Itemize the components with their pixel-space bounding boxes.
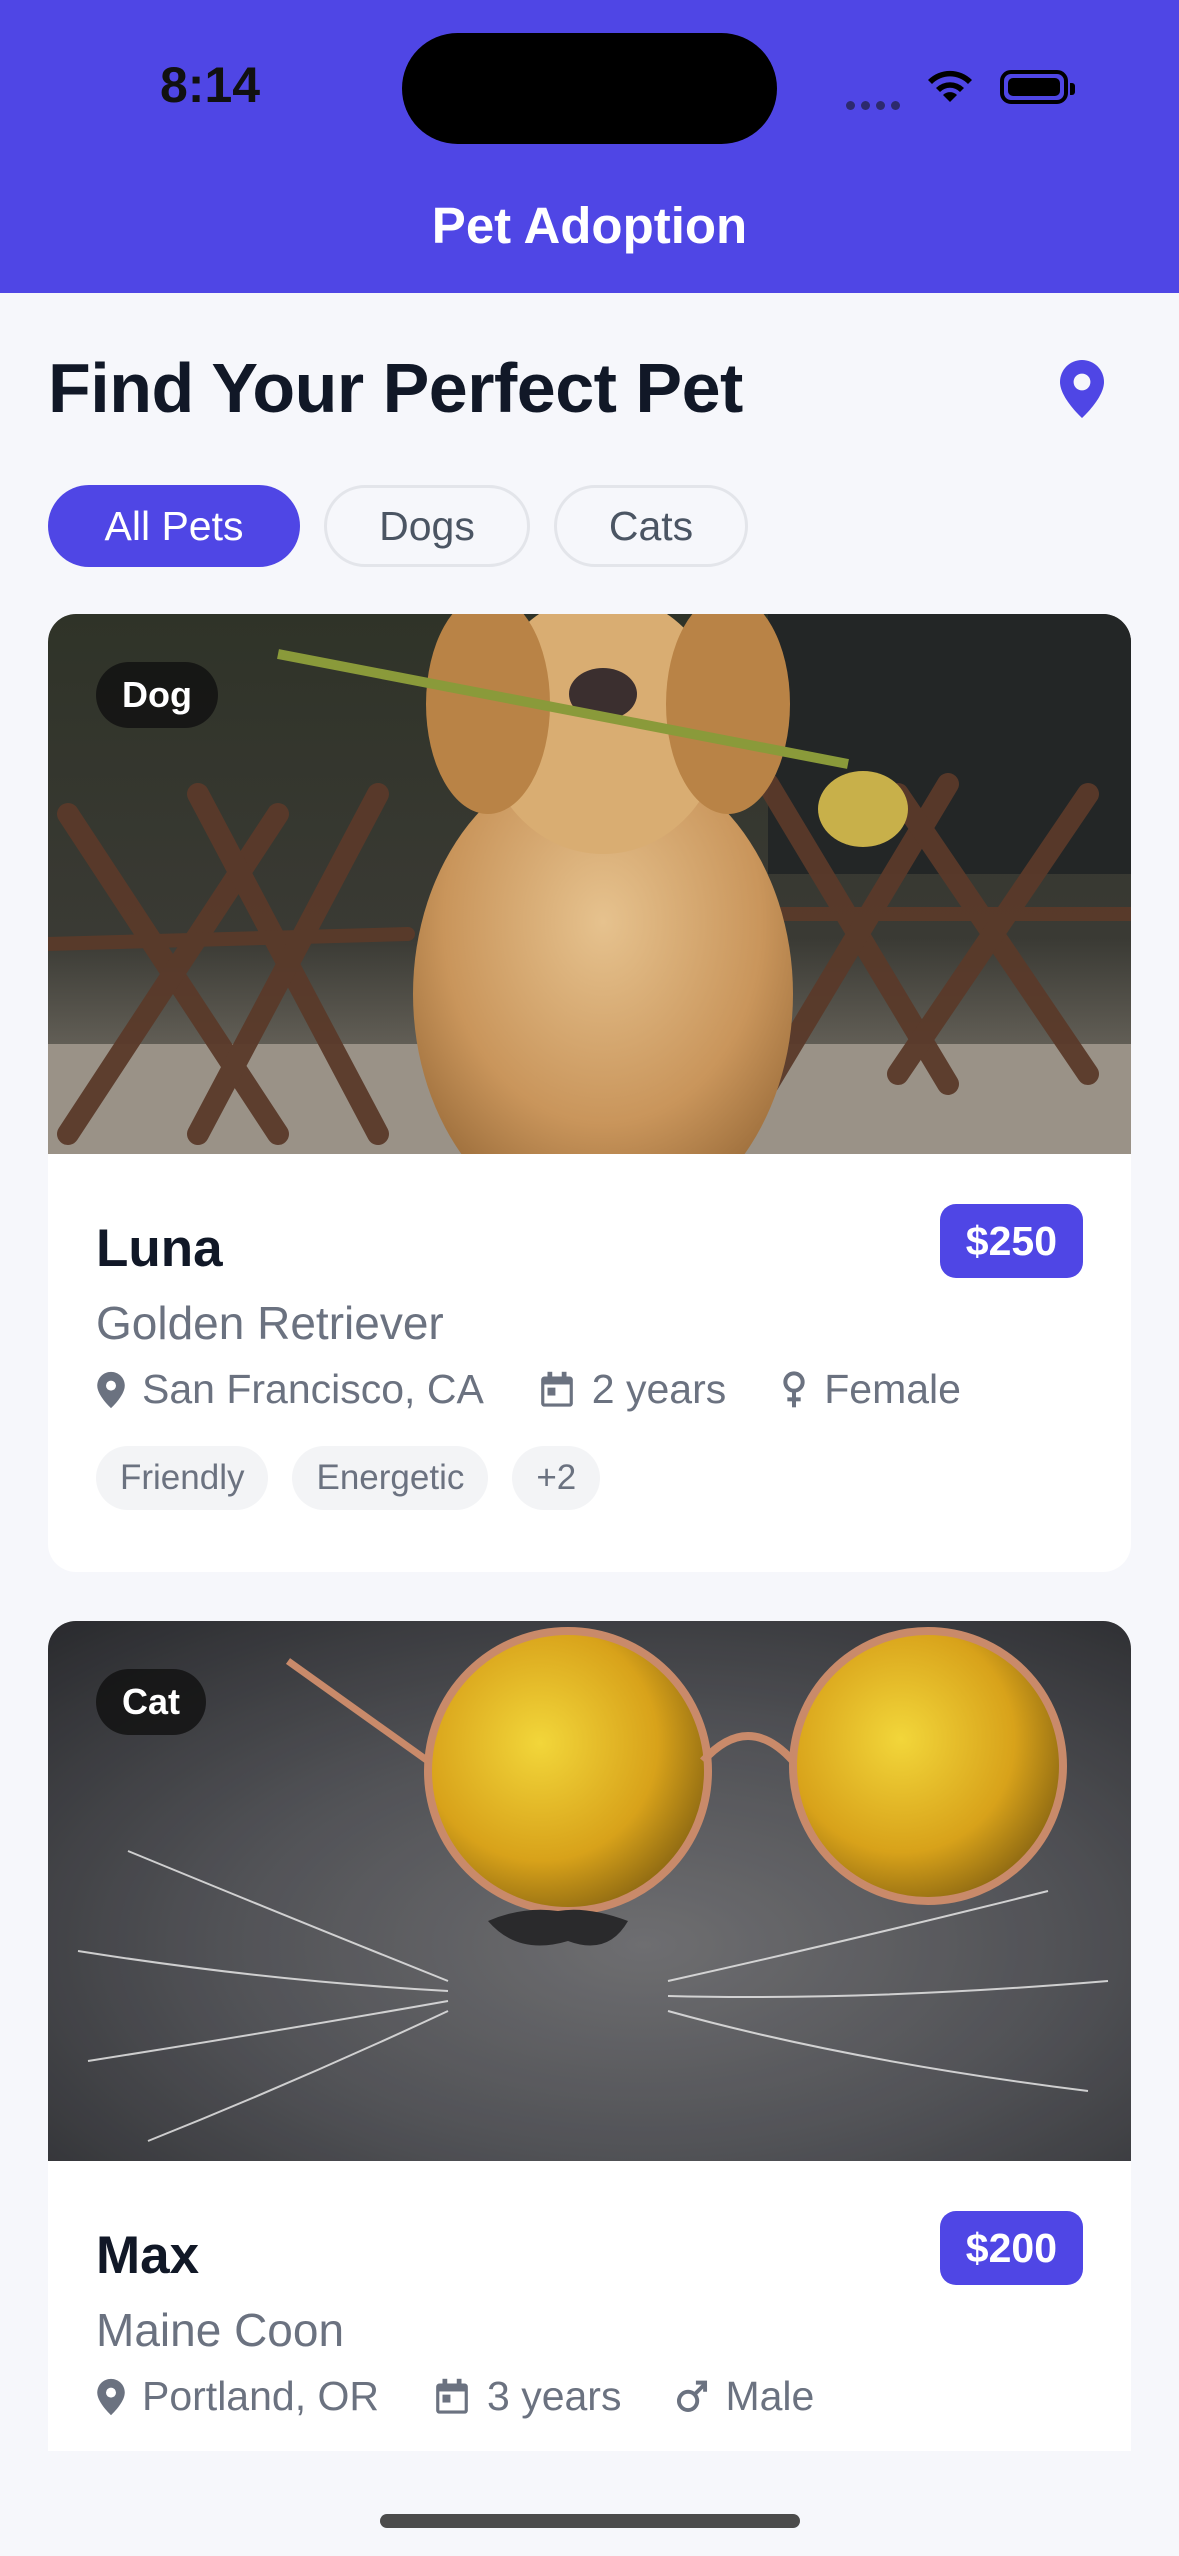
pet-breed: Maine Coon xyxy=(96,2304,345,2356)
location-text: San Francisco, CA xyxy=(142,1366,484,1412)
pet-type-badge: Dog xyxy=(96,662,218,728)
age-text: 2 years xyxy=(591,1366,727,1412)
page-title: Find Your Perfect Pet xyxy=(48,349,743,427)
pet-type-badge: Cat xyxy=(96,1669,207,1735)
filter-cats[interactable]: Cats xyxy=(554,485,748,567)
wifi-icon xyxy=(928,70,972,102)
tag: Energetic xyxy=(292,1446,489,1510)
pet-breed: Golden Retriever xyxy=(96,1297,444,1349)
pet-location: Portland, OR xyxy=(96,2373,379,2420)
location-text: Portland, OR xyxy=(142,2373,379,2419)
location-pin-icon xyxy=(97,2378,125,2415)
app-title: Pet Adoption xyxy=(431,197,748,254)
gender-text: Male xyxy=(725,2373,815,2419)
age-text: 3 years xyxy=(487,2373,622,2419)
signal-icon xyxy=(846,97,906,115)
filter-all-pets[interactable]: All Pets xyxy=(48,485,300,567)
filter-dogs[interactable]: Dogs xyxy=(324,485,530,567)
tag: Friendly xyxy=(96,1446,269,1510)
dynamic-island xyxy=(402,33,777,144)
more-tags[interactable]: +2 xyxy=(512,1446,601,1510)
pet-name: Max xyxy=(96,2226,200,2285)
pet-gender: Female xyxy=(780,1366,961,1413)
battery-icon xyxy=(1000,70,1075,104)
pet-tags: Friendly Energetic +2 xyxy=(96,1446,624,1510)
pet-age: 3 years xyxy=(433,2373,621,2420)
pet-card-max[interactable]: Cat Max $200 Maine Coon Portland, OR 3 y… xyxy=(48,1621,1131,2451)
pet-gender: Male xyxy=(675,2373,814,2420)
female-icon xyxy=(783,1370,805,1407)
pet-card-luna[interactable]: Dog Luna $250 Golden Retriever San Franc… xyxy=(48,614,1131,1572)
male-icon xyxy=(677,2380,708,2412)
status-time: 8:14 xyxy=(160,57,261,113)
pet-age: 2 years xyxy=(538,1366,726,1413)
calendar-icon xyxy=(436,2378,468,2414)
location-pin-icon xyxy=(97,1371,125,1408)
price-badge: $250 xyxy=(939,1204,1083,1278)
pet-photo-cat xyxy=(48,1621,1131,2161)
pet-name: Luna xyxy=(96,1219,223,1278)
pet-meta: Portland, OR 3 years Male xyxy=(96,2373,868,2420)
app-header: 8:14 Pet Adoption xyxy=(0,0,1179,293)
price-badge: $200 xyxy=(939,2211,1083,2285)
pet-meta: San Francisco, CA 2 years Female xyxy=(96,1366,1015,1413)
map-pin-icon[interactable] xyxy=(1058,358,1106,420)
calendar-icon xyxy=(540,1371,573,1407)
gender-text: Female xyxy=(824,1366,961,1412)
pet-location: San Francisco, CA xyxy=(96,1366,484,1413)
home-indicator[interactable] xyxy=(380,2514,800,2528)
